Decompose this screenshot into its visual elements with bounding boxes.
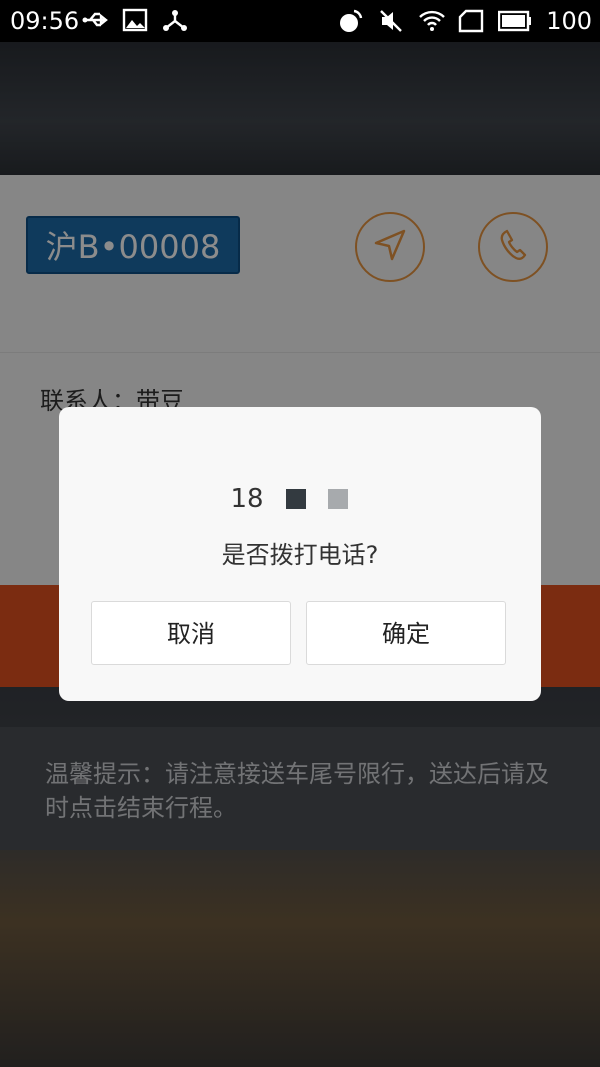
battery-icon	[497, 8, 532, 34]
share-icon	[162, 7, 188, 33]
status-time: 09:56	[10, 7, 80, 35]
wifi-icon	[418, 8, 446, 34]
masked-digit-block	[285, 489, 306, 509]
battery-level: 100	[546, 7, 592, 35]
usb-icon	[82, 7, 108, 33]
confirm-button[interactable]: 确定	[306, 601, 506, 665]
cancel-button[interactable]: 取消	[91, 601, 291, 665]
phone-number: 18	[59, 481, 541, 517]
signal-icon	[458, 8, 484, 34]
masked-digit-block	[327, 489, 348, 509]
mute-icon	[378, 8, 404, 34]
phone-prefix: 18	[230, 484, 264, 514]
status-bar: 09:56 100	[0, 0, 600, 42]
image-icon	[122, 7, 148, 33]
call-question: 是否拨打电话?	[221, 541, 379, 569]
call-icon	[338, 8, 364, 34]
call-confirm-dialog: 18 是否拨打电话? 取消 确定	[59, 407, 541, 701]
